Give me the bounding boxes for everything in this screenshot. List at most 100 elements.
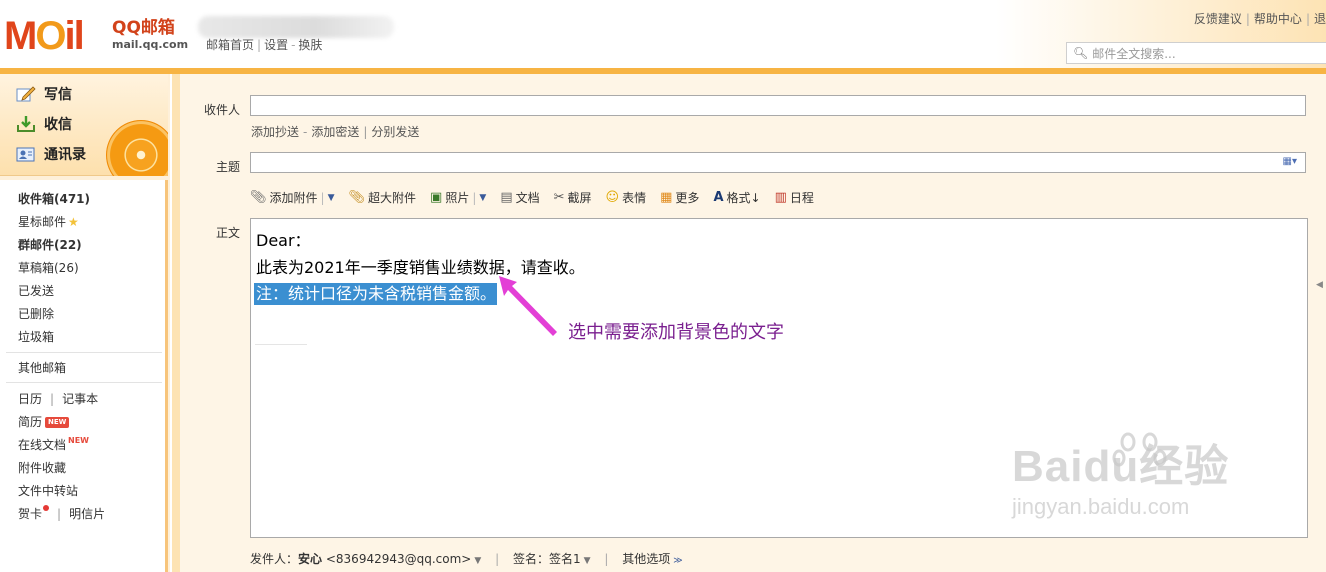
collapse-caret-icon[interactable]: ◀ <box>1316 280 1323 290</box>
other-options-link[interactable]: 其他选项 <box>622 552 670 566</box>
folder-inbox[interactable]: 收件箱(471) <box>18 190 90 207</box>
inbox-button[interactable]: 收信 <box>16 114 72 134</box>
doc-label: 文档 <box>515 191 540 205</box>
mail-logo[interactable]: MOil <box>4 14 85 58</box>
subject-field[interactable]: ▦▾ <box>250 152 1306 173</box>
chevron-down-icon[interactable]: ▼ <box>328 193 335 203</box>
new-badge: NEW <box>68 436 89 445</box>
panel-border <box>172 74 180 572</box>
star-icon: ★ <box>68 215 79 229</box>
font-icon: A <box>713 190 724 205</box>
paperclip-icon: 📎︎ <box>348 190 366 205</box>
search-placeholder: 邮件全文搜索... <box>1092 46 1176 61</box>
to-field[interactable] <box>250 95 1306 116</box>
pencil-icon <box>16 85 36 103</box>
document-button[interactable]: ▤ 文档 <box>500 189 539 206</box>
folder-group[interactable]: 群邮件(22) <box>18 236 82 253</box>
blurred-account-name <box>198 16 394 38</box>
format-label: 格式↓ <box>726 191 761 205</box>
separate-send-link[interactable]: 分别发送 <box>371 125 419 139</box>
postcard-link[interactable]: 明信片 <box>69 507 105 521</box>
top-links: 邮箱首页 | 设置 - 换肤 <box>206 38 323 52</box>
format-button[interactable]: A 格式↓ <box>713 189 760 206</box>
attach-label: 添加附件 <box>269 191 318 205</box>
subject-label: 主题 <box>216 160 241 174</box>
schedule-label: 日程 <box>789 191 814 205</box>
new-badge: NEW <box>45 417 70 428</box>
resume-label: 简历 <box>18 415 43 429</box>
folder-list: 收件箱(471) 星标邮件 ★ 群邮件(22) 草稿箱(26) 已发送 已删除 垃… <box>0 180 168 572</box>
add-bcc-link[interactable]: 添加密送 <box>311 125 359 139</box>
signature-label: 签名： <box>512 552 549 566</box>
schedule-button[interactable]: ▥ 日程 <box>775 189 814 206</box>
body-label: 正文 <box>216 226 241 240</box>
scissors-icon: ✂ <box>553 190 565 205</box>
search-icon: 🔍︎ <box>1073 46 1089 60</box>
paperclip-icon: 📎︎ <box>250 190 267 205</box>
feedback-link[interactable]: 反馈建议 <box>1194 12 1242 26</box>
help-link[interactable]: 帮助中心 <box>1254 12 1302 26</box>
calendar-notes-row: 日历 | 记事本 <box>18 392 99 406</box>
compose-button[interactable]: 写信 <box>16 84 72 104</box>
file-transfer-link[interactable]: 文件中转站 <box>18 482 78 499</box>
large-attachment-button[interactable]: 📎︎ 超大附件 <box>349 189 417 206</box>
folder-trash[interactable]: 垃圾箱 <box>18 328 54 345</box>
folder-drafts[interactable]: 草稿箱(26) <box>18 259 79 276</box>
more-label: 更多 <box>675 191 700 205</box>
editor-toolbar: 📎︎ 添加附件 | ▼ 📎︎ 超大附件 ▣ 照片 | ▼ ▤ 文档 ✂ 截屏 ☺ 表情 ▦ 更多 A格… <box>250 189 828 206</box>
to-label: 收件人 <box>204 103 241 117</box>
large-attach-label: 超大附件 <box>368 191 417 205</box>
add-cc-link[interactable]: 添加抄送 <box>251 125 299 139</box>
brand-text: QQ邮箱 mail.qq.com <box>112 18 188 52</box>
exit-link[interactable]: 退 <box>1314 12 1326 26</box>
folder-starred[interactable]: 星标邮件 ★ <box>18 213 79 230</box>
chevron-down-icon[interactable]: ▼ <box>479 193 486 203</box>
folder-other-mailbox[interactable]: 其他邮箱 <box>18 359 66 376</box>
settings-link[interactable]: 设置 <box>264 38 288 52</box>
emoji-button[interactable]: ☺ 表情 <box>606 189 647 206</box>
compose-label: 写信 <box>44 87 72 103</box>
skin-link[interactable]: 换肤 <box>298 38 322 52</box>
contacts-button[interactable]: 通讯录 <box>16 144 86 164</box>
orange-decoration <box>102 118 168 176</box>
right-links: 反馈建议 | 帮助中心 | 退 <box>1193 12 1326 26</box>
double-chevron-icon[interactable]: ≫ <box>673 556 682 566</box>
emoji-label: 表情 <box>622 191 647 205</box>
folder-sent[interactable]: 已发送 <box>18 282 54 299</box>
add-attachment-button[interactable]: 📎︎ 添加附件 | ▼ <box>250 189 335 206</box>
signature-select[interactable]: 签名1 <box>549 552 581 566</box>
attachments-link[interactable]: 附件收藏 <box>18 459 66 476</box>
contacts-icon <box>16 145 36 163</box>
calendar-link[interactable]: 日历 <box>18 392 42 406</box>
online-docs-link[interactable]: 在线文档 NEW <box>18 436 89 453</box>
cards-row: 贺卡 | 明信片 <box>18 505 106 521</box>
notes-link[interactable]: 记事本 <box>62 392 98 406</box>
body-line-3-selected: 注：统计口径为未含税销售金额。 <box>254 280 498 305</box>
document-icon: ▤ <box>500 190 513 205</box>
grid-icon[interactable]: ▦▾ <box>1283 156 1297 167</box>
folder-deleted[interactable]: 已删除 <box>18 305 54 322</box>
more-button[interactable]: ▦ 更多 <box>660 189 699 206</box>
photo-button[interactable]: ▣ 照片 | ▼ <box>430 189 486 206</box>
sender-label: 发件人： <box>250 552 299 566</box>
chevron-down-icon[interactable]: ▼ <box>474 556 481 566</box>
body-line-1: Dear： <box>256 231 311 250</box>
screenshot-button[interactable]: ✂ 截屏 <box>554 189 592 206</box>
smiley-icon: ☺ <box>605 190 620 205</box>
contacts-label: 通讯录 <box>44 147 86 163</box>
greeting-card-link[interactable]: 贺卡 <box>18 507 42 521</box>
compose-footer: 发件人：安心 <836942943@qq.com> ▼ | 签名：签名1 ▼ | 其… <box>250 552 683 566</box>
grid-icon: ▦ <box>660 190 673 205</box>
mail-home-link[interactable]: 邮箱首页 <box>206 38 254 52</box>
body-editor[interactable]: Dear： 此表为2021年一季度销售业绩数据，请查收。 注：统计口径为未含税销… <box>250 218 1308 538</box>
brand-domain: mail.qq.com <box>112 38 189 51</box>
selected-text[interactable]: 注：统计口径为未含税销售金额。 <box>254 283 498 305</box>
inbox-label: 收信 <box>44 117 72 133</box>
annotation-text: 选中需要添加背景色的文字 <box>568 322 784 343</box>
chevron-down-icon[interactable]: ▼ <box>584 556 591 566</box>
docs-label: 在线文档 <box>18 438 67 452</box>
search-input[interactable]: 🔍︎ 邮件全文搜索... <box>1066 42 1326 64</box>
resume-link[interactable]: 简历 NEW <box>18 413 70 430</box>
photo-icon: ▣ <box>430 190 443 205</box>
screenshot-label: 截屏 <box>567 191 592 205</box>
